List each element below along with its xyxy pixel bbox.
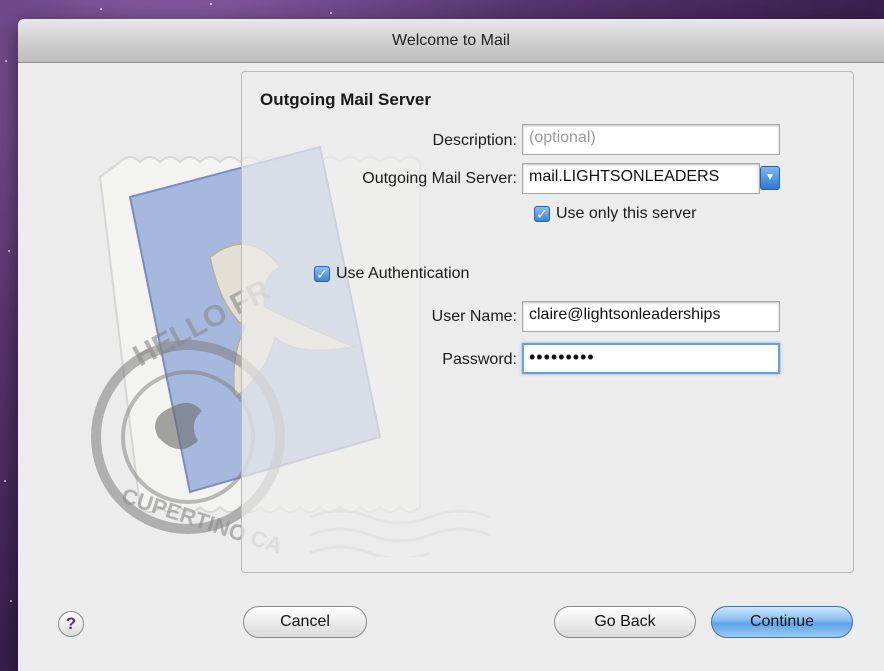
question-mark-icon[interactable]: ? <box>58 611 84 637</box>
panel-heading: Outgoing Mail Server <box>260 90 431 109</box>
window-title: Welcome to Mail <box>392 31 510 49</box>
description-field[interactable]: (optional) <box>522 124 780 155</box>
user-name-label: User Name: <box>431 308 517 325</box>
description-label: Description: <box>432 132 517 149</box>
use-only-server-option[interactable]: ✓ Use only this server <box>534 205 697 223</box>
welcome-to-mail-window: Welcome to Mail HELLO FR CUPERTINO CA Ou… <box>18 19 884 671</box>
cancel-button[interactable]: Cancel <box>243 606 367 638</box>
outgoing-server-panel: Outgoing Mail Server Description: (optio… <box>241 71 854 573</box>
window-titlebar[interactable]: Welcome to Mail <box>18 19 884 63</box>
outgoing-server-label: Outgoing Mail Server: <box>362 170 517 187</box>
continue-button[interactable]: Continue <box>711 606 853 638</box>
password-field[interactable]: ••••••••• <box>522 343 780 374</box>
password-label: Password: <box>442 351 517 368</box>
checkmark-icon[interactable]: ✓ <box>314 266 330 282</box>
go-back-button[interactable]: Go Back <box>554 606 696 638</box>
outgoing-server-combobox[interactable]: mail.LIGHTSONLEADERS <box>522 163 760 194</box>
use-only-server-label: Use only this server <box>556 205 697 222</box>
chevron-down-icon[interactable]: ▼ <box>760 166 780 190</box>
user-name-field[interactable]: claire@lightsonleaderships <box>522 301 780 332</box>
use-authentication-option[interactable]: ✓ Use Authentication <box>314 265 469 283</box>
use-authentication-label: Use Authentication <box>336 265 470 282</box>
checkmark-icon[interactable]: ✓ <box>534 206 550 222</box>
